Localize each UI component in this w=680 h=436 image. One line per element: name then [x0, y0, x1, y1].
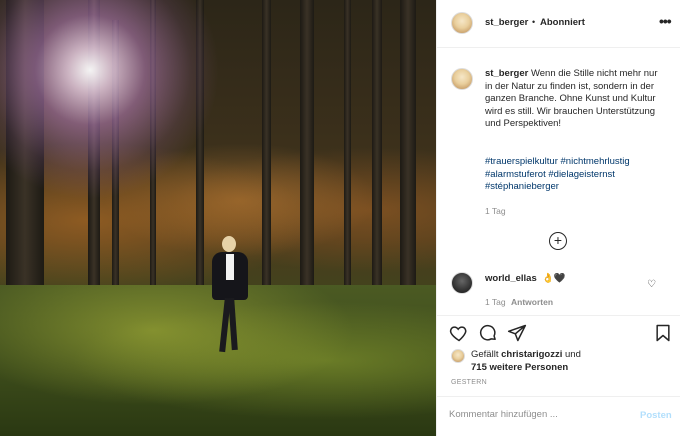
instagram-post-view: st_berger • Abonniert ••• st_berger Wenn…	[0, 0, 680, 436]
tree-trunk	[400, 0, 416, 300]
comment-timestamp: 1 Tag	[485, 297, 506, 307]
hashtag-link[interactable]: #nichtmehrlustig	[561, 156, 630, 167]
hashtag-link[interactable]: #alarmstuferot	[485, 169, 546, 180]
tree-trunk	[372, 0, 382, 300]
follow-status-button[interactable]: Abonniert	[540, 17, 585, 28]
post-header: st_berger • Abonniert •••	[437, 0, 680, 48]
post-comment-button[interactable]: Posten	[640, 410, 672, 421]
comment-username[interactable]: world_ellas	[485, 273, 537, 284]
reply-button[interactable]: Antworten	[511, 297, 553, 307]
liker-username[interactable]: christarigozzi	[501, 349, 562, 360]
divider	[437, 315, 680, 316]
comment-avatar[interactable]	[451, 272, 473, 294]
hashtag-link[interactable]: #dielageisternst	[548, 169, 615, 180]
hashtag-link[interactable]: #stéphanieberger	[485, 181, 559, 192]
caption: st_berger Wenn die Stille nicht mehr nur…	[485, 68, 667, 131]
bookmark-icon[interactable]	[653, 323, 673, 343]
caption-timestamp[interactable]: 1 Tag	[485, 206, 506, 216]
caption-username[interactable]: st_berger	[485, 68, 528, 79]
liker-avatar[interactable]	[451, 349, 465, 363]
post-photo[interactable]	[0, 0, 436, 436]
comment-icon[interactable]	[478, 323, 498, 343]
comment-like-icon[interactable]: ♡	[647, 279, 656, 290]
likes-others[interactable]: 715 weitere Personen	[471, 362, 568, 373]
likes-prefix: Gefällt	[471, 349, 502, 360]
caption-avatar[interactable]	[451, 68, 473, 90]
person-figure	[208, 236, 252, 356]
comment-text: 👌🖤	[542, 273, 566, 284]
tree-trunk	[262, 0, 271, 300]
likes-middle: und	[562, 349, 581, 360]
hashtag-list: #trauerspielkultur #nichtmehrlustig #ala…	[485, 156, 667, 194]
avatar[interactable]	[451, 12, 473, 34]
tree-trunk	[300, 0, 314, 305]
tree-trunk	[344, 0, 351, 295]
share-icon[interactable]	[507, 323, 527, 343]
post-date[interactable]: GESTERN	[451, 379, 487, 386]
separator-dot: •	[532, 17, 536, 27]
hashtag-link[interactable]: #trauerspielkultur	[485, 156, 558, 167]
heart-icon[interactable]	[449, 323, 469, 343]
comment-input[interactable]	[449, 409, 629, 420]
more-icon[interactable]: •••	[659, 13, 672, 29]
plus-circle-icon[interactable]: +	[549, 232, 567, 250]
divider	[437, 396, 680, 397]
likes-summary: Gefällt christarigozzi und 715 weitere P…	[471, 349, 661, 374]
header-username[interactable]: st_berger	[485, 17, 528, 28]
post-sidebar: st_berger • Abonniert ••• st_berger Wenn…	[436, 0, 680, 436]
